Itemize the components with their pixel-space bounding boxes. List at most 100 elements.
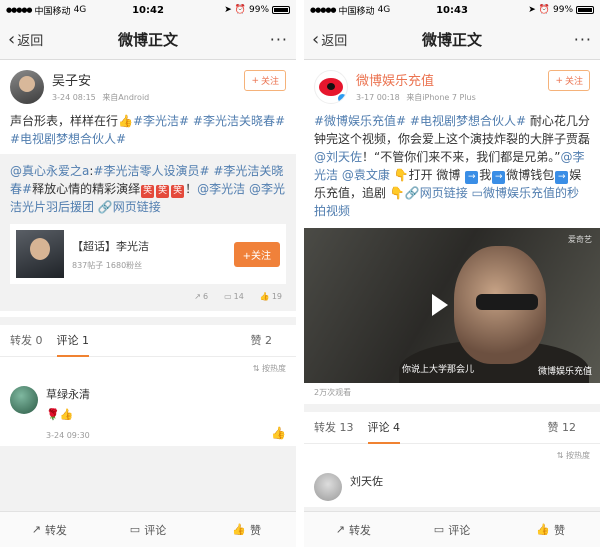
bottom-action-bar: ↗ 转发 ▭ 评论 👍 赞 [304, 511, 600, 547]
comment-button[interactable]: ▭ 评论 [99, 512, 198, 547]
topic-title: 【超话】李光洁 [72, 239, 149, 253]
follow-button[interactable]: + 关注 [244, 70, 286, 91]
tab-repost[interactable]: 转发 13 [314, 412, 354, 444]
back-button[interactable]: ‹ 返回 [8, 30, 43, 49]
point-down-icon: 👇 [393, 168, 409, 182]
signal-icon: ●●●●● [310, 6, 337, 14]
post-hashtags[interactable]: #微博娱乐充值# #电视剧梦想合伙人# [314, 114, 526, 128]
tab-like[interactable]: 赞 2 [251, 325, 273, 357]
back-button[interactable]: ‹ 返回 [312, 30, 347, 49]
tab-comment[interactable]: 评论 1 [56, 325, 89, 357]
battery-percent: 99% [553, 5, 574, 15]
web-link[interactable]: 网页链接 [113, 200, 161, 214]
comment-icon: ▭ [433, 523, 445, 536]
commenter-avatar[interactable] [314, 473, 342, 501]
right-screen: ●●●●● 中国移动 4G 10:43 ➤ ⏰ 99% ‹ 返回 微博正文 ··… [304, 0, 600, 547]
carrier: 中国移动 [338, 6, 375, 17]
plus-icon: + [555, 75, 563, 86]
username[interactable]: 吴子安 [52, 70, 244, 89]
carrier: 中国移动 [34, 6, 71, 17]
post-time: 3-17 00:18 [356, 93, 400, 102]
mention-1[interactable]: @刘天佐 [314, 150, 362, 164]
video-watermark-top: 爱奇艺 [568, 235, 592, 244]
left-screen: ●●●●● 中国移动 4G 10:42 ➤ ⏰ 99% ‹ 返回 微博正文 ··… [0, 0, 296, 547]
post-text-4: 我 [479, 168, 492, 182]
location-icon: ➤ [224, 5, 232, 15]
view-count: 2万次观看 [314, 388, 352, 397]
commenter-name[interactable]: 草绿永清 [46, 386, 271, 402]
like-label: 赞 [554, 523, 566, 537]
retweet-block[interactable]: @真心永爱之a:#李光洁零人设演员# #李光洁关晓春#释放心情的精彩演绎笑笑笑！… [0, 154, 296, 311]
comment-button[interactable]: ▭ 评论 [403, 512, 502, 547]
follow-button[interactable]: + 关注 [548, 70, 590, 91]
emoji-xiao-1: 笑 [141, 185, 155, 198]
like-count-value: 19 [271, 292, 282, 301]
battery-icon [576, 6, 595, 14]
like-icon: 👍 [536, 523, 551, 536]
interaction-tabs: 转发 0 评论 1 赞 2 [0, 325, 296, 357]
like-count[interactable]: 👍 19 [260, 292, 282, 301]
repost-count[interactable]: ↗ 6 [194, 292, 208, 301]
link-icon: 🔗 [404, 186, 420, 200]
comment-item: 草绿永清 🌹👍 3-24 09:30 👍 [0, 380, 296, 446]
arrow-right-icon: → [465, 171, 479, 184]
tab-repost[interactable]: 转发 0 [10, 325, 43, 357]
share-icon: ↗ [335, 523, 345, 536]
like-button[interactable]: 👍 赞 [197, 512, 296, 547]
commenter-name[interactable]: 刘天佐 [350, 473, 590, 489]
clock: 10:43 [436, 4, 468, 16]
topic-follow-button[interactable]: +关注 [233, 241, 280, 267]
comment-label: 评论 [448, 523, 471, 537]
post-time: 3-24 08:15 [52, 93, 96, 102]
comment-like-button[interactable]: 👍 [271, 426, 286, 440]
more-button[interactable]: ··· [270, 30, 288, 49]
tab-comment[interactable]: 评论 4 [367, 412, 400, 444]
more-button[interactable]: ··· [574, 30, 592, 49]
web-link[interactable]: 网页链接 [420, 186, 468, 200]
back-label: 返回 [321, 34, 348, 49]
clock: 10:42 [132, 4, 164, 16]
repost-text: 释放心情的精彩演绎 [32, 182, 141, 196]
battery-percent: 99% [249, 5, 270, 15]
commenter-avatar[interactable] [10, 386, 38, 414]
comment-label: 评论 [144, 523, 167, 537]
like-icon: 👍 [232, 523, 247, 536]
comment-time: 3-24 09:30 [46, 431, 90, 440]
battery-icon [272, 6, 291, 14]
page-title: 微博正文 [421, 31, 482, 49]
nav-bar: ‹ 返回 微博正文 ··· [0, 20, 296, 60]
rose-icon: 🌹 [46, 408, 60, 421]
arrow-right-icon: → [555, 171, 569, 184]
link-icon: 🔗 [97, 200, 113, 214]
repost-button[interactable]: ↗ 转发 [0, 512, 99, 547]
sort-toggle[interactable]: ⇅ 按热度 [304, 444, 600, 467]
play-icon[interactable] [432, 294, 448, 316]
comment-count[interactable]: ▭ 14 [224, 292, 244, 301]
post-text: 声台形表，样样在行👍#李光洁# #李光洁关晓春# #电视剧梦想合伙人# [10, 112, 286, 148]
video-link-icon: ▭ [471, 186, 483, 200]
post-text-plain: 声台形表，样样在行 [10, 114, 119, 128]
sort-icon: ⇅ [556, 451, 566, 460]
repost-label: 转发 [348, 523, 371, 537]
post-text-3: 打开 微博 [408, 168, 461, 182]
page-title: 微博正文 [117, 31, 178, 49]
repost-button[interactable]: ↗ 转发 [304, 512, 403, 547]
avatar[interactable] [314, 70, 348, 104]
sort-label: 按热度 [262, 364, 286, 373]
tab-like[interactable]: 赞 12 [548, 412, 577, 444]
post-source: 来自iPhone 7 Plus [406, 93, 476, 102]
username[interactable]: 微博娱乐充值 [356, 70, 548, 89]
location-icon: ➤ [528, 5, 536, 15]
like-label: 赞 [250, 523, 262, 537]
post-text-2: ！“不管你们来不来，我们都是兄弟。” [362, 150, 561, 164]
alarm-icon: ⏰ [234, 5, 246, 15]
sort-toggle[interactable]: ⇅ 按热度 [0, 357, 296, 380]
video-player[interactable]: 爱奇艺 你说上大学那会儿 微博娱乐充值 [304, 228, 600, 383]
topic-card[interactable]: 【超话】李光洁 837帖子 1680粉丝 +关注 [10, 224, 286, 284]
avatar[interactable] [10, 70, 44, 104]
repost-author[interactable]: @真心永爱之a [10, 164, 89, 178]
status-bar: ●●●●● 中国移动 4G 10:42 ➤ ⏰ 99% [0, 0, 296, 20]
like-button[interactable]: 👍 赞 [501, 512, 600, 547]
video-figure-glasses [476, 294, 538, 310]
comment-icon: ▭ [224, 292, 232, 301]
